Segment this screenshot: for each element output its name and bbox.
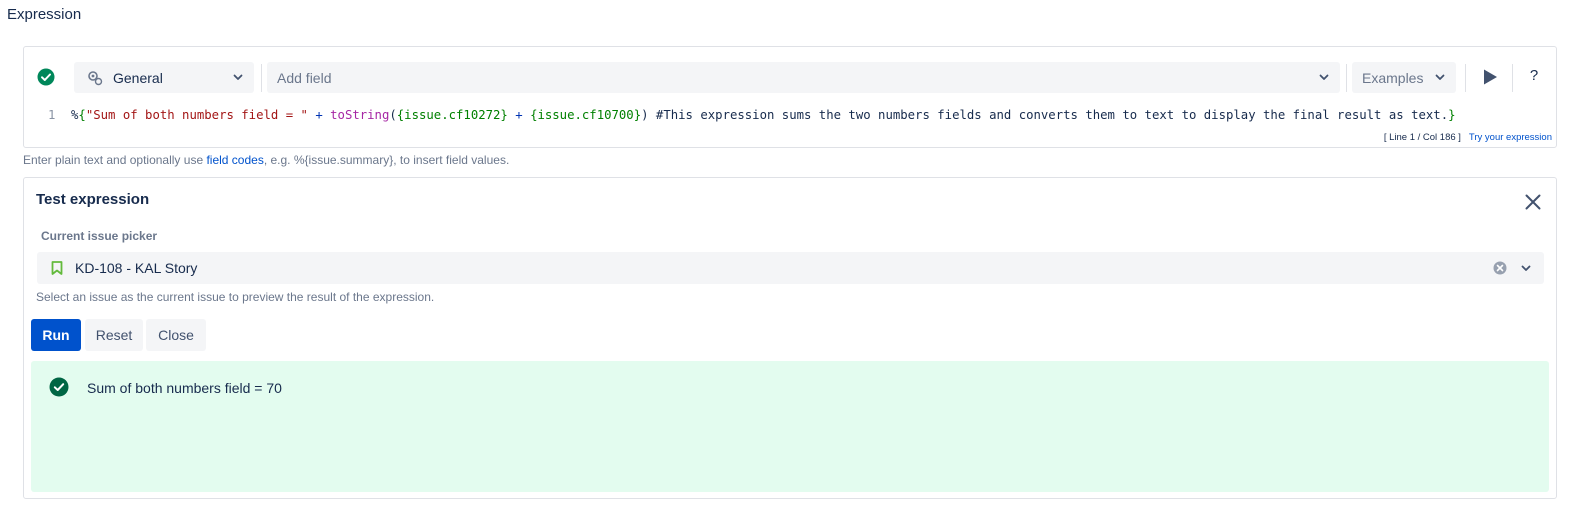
chevron-down-icon (233, 74, 243, 80)
code-paren: ( (389, 108, 397, 122)
editor-status: [ Line 1 / Col 186 ] Try your expression (1384, 132, 1552, 143)
chevron-down-icon (1435, 74, 1445, 80)
code-string: "Sum of both numbers field = " (85, 108, 308, 122)
code-field: {issue.cf10272} (396, 108, 508, 122)
issue-picker-value: KD-108 - KAL Story (75, 260, 198, 276)
gear-icon (88, 70, 103, 85)
chevron-down-icon[interactable] (1520, 262, 1532, 274)
code-operator: + (507, 108, 531, 122)
try-expression-link[interactable]: Try your expression (1469, 132, 1552, 143)
result-panel: Sum of both numbers field = 70 (31, 361, 1549, 492)
editor-toolbar: General Add field Examples ? (24, 47, 1556, 107)
check-circle-icon (49, 377, 69, 397)
test-expression-panel: Test expression Current issue picker KD-… (23, 177, 1557, 499)
add-field-select[interactable]: Add field (267, 62, 1340, 93)
code-brace: } (1448, 108, 1456, 122)
run-button[interactable]: Run (31, 319, 81, 351)
context-select[interactable]: General (74, 62, 254, 93)
code-operator: + (307, 108, 331, 122)
check-circle-icon (37, 68, 55, 86)
hint-text-before: Enter plain text and optionally use (23, 153, 207, 167)
issue-picker-help: Select an issue as the current issue to … (36, 290, 435, 304)
editor-hint: Enter plain text and optionally use fiel… (23, 153, 509, 167)
examples-select[interactable]: Examples (1352, 62, 1456, 93)
expression-editor: General Add field Examples ? 1 %{"Sum of… (23, 46, 1557, 148)
result-text: Sum of both numbers field = 70 (87, 380, 282, 396)
cursor-position: [ Line 1 / Col 186 ] (1383, 132, 1461, 143)
issue-picker[interactable]: KD-108 - KAL Story (37, 252, 1544, 284)
close-button[interactable]: Close (146, 319, 206, 351)
toolbar-divider (1512, 64, 1513, 92)
hint-text-after: , e.g. %{issue.summary}, to insert field… (263, 153, 510, 167)
code-field: {issue.cf10700} (530, 108, 642, 122)
help-button[interactable]: ? (1527, 67, 1541, 84)
close-icon[interactable] (1524, 193, 1542, 211)
toolbar-divider (1465, 64, 1466, 92)
chevron-down-icon (1319, 74, 1329, 80)
bookmark-icon (51, 261, 63, 275)
code-function: toString (330, 108, 390, 122)
code-line[interactable]: 1 %{"Sum of both numbers field = " + toS… (24, 106, 1556, 128)
code-brace: { (78, 108, 86, 122)
clear-icon[interactable] (1493, 261, 1507, 275)
code-comment: #This expression sums the two numbers fi… (648, 108, 1449, 122)
examples-label: Examples (1362, 69, 1424, 86)
reset-button[interactable]: Reset (85, 319, 143, 351)
toolbar-divider (1346, 64, 1347, 92)
context-select-value: General (113, 69, 163, 86)
expression-code[interactable]: %{"Sum of both numbers field = " + toStr… (71, 108, 1456, 122)
section-title: Expression (7, 6, 82, 23)
code-paren: ) (641, 108, 649, 122)
field-codes-link[interactable]: field codes (206, 153, 263, 167)
line-number: 1 (48, 108, 56, 122)
play-icon[interactable] (1481, 68, 1499, 86)
toolbar-divider (261, 64, 262, 92)
add-field-placeholder: Add field (277, 69, 332, 86)
issue-picker-label: Current issue picker (41, 229, 158, 243)
test-panel-title: Test expression (36, 191, 150, 208)
